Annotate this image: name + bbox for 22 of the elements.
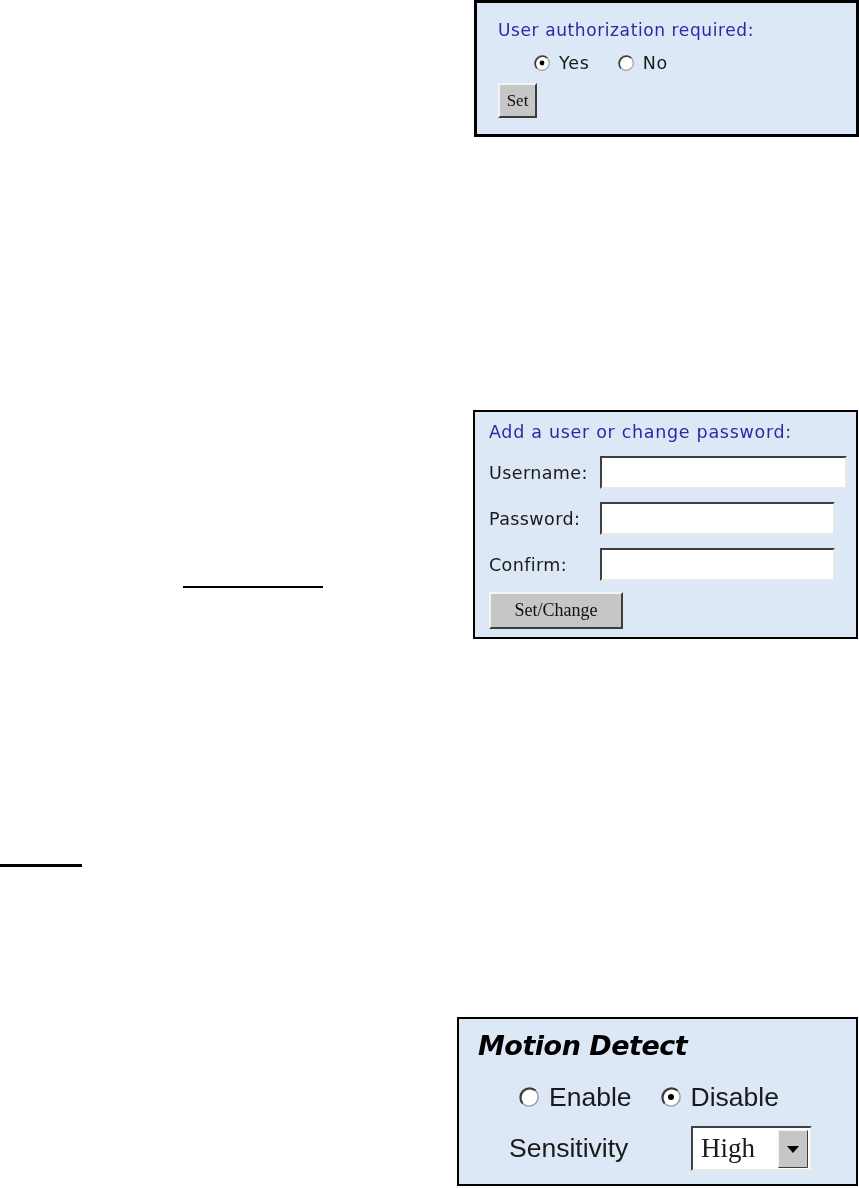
dropdown-arrow-icon bbox=[778, 1129, 808, 1168]
motion-detect-title: Motion Detect bbox=[478, 1030, 690, 1062]
radio-label: Disable bbox=[690, 1081, 779, 1113]
text-input-field[interactable] bbox=[600, 548, 835, 581]
radio-button[interactable] bbox=[534, 55, 550, 71]
field-label: Password: bbox=[489, 508, 582, 529]
radio-button[interactable] bbox=[660, 1087, 681, 1107]
text-input-field[interactable] bbox=[600, 456, 847, 489]
sensitivity-label: Sensitivity bbox=[509, 1133, 630, 1164]
authorization-title: User authorization required: bbox=[498, 20, 755, 40]
radio-label: No bbox=[642, 53, 669, 73]
field-label: Username: bbox=[489, 462, 589, 483]
radio-button[interactable] bbox=[519, 1087, 539, 1107]
add-user-title: Add a user or change password: bbox=[489, 421, 793, 443]
set-button[interactable]: Set bbox=[498, 83, 537, 118]
set-change-button[interactable]: Set/Change bbox=[489, 592, 623, 629]
text-input-field[interactable] bbox=[600, 502, 835, 535]
field-label: Confirm: bbox=[489, 554, 569, 575]
radio-button[interactable] bbox=[617, 55, 634, 71]
radio-label: Yes bbox=[559, 53, 590, 73]
radio-label: Enable bbox=[549, 1081, 632, 1113]
sensitivity-dropdown[interactable]: High bbox=[691, 1126, 812, 1171]
